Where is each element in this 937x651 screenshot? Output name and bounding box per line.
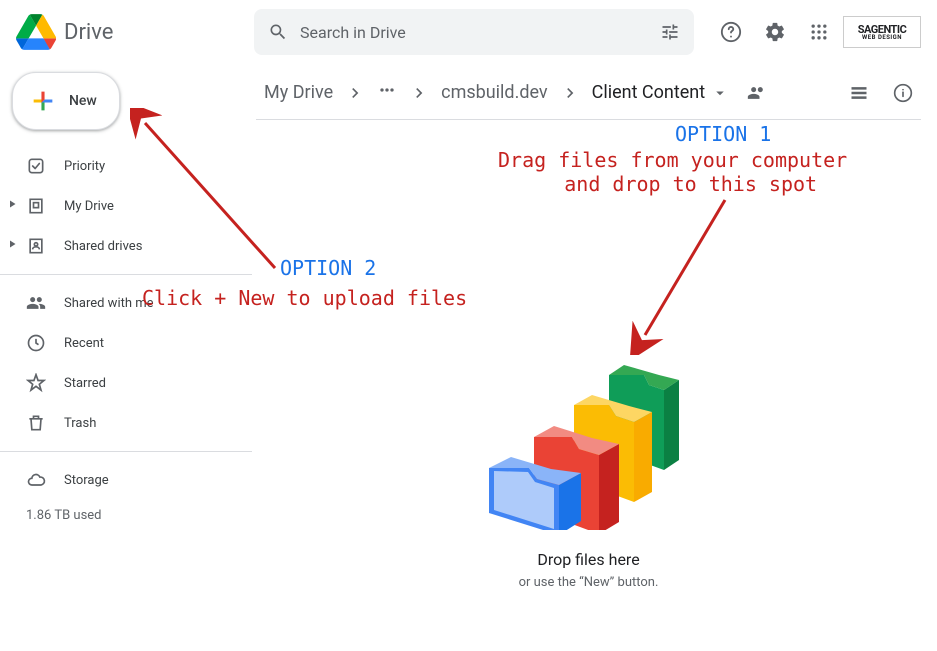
sidebar-item-recent[interactable]: Recent — [0, 323, 240, 363]
ellipsis-icon — [377, 80, 397, 100]
plus-icon — [29, 87, 57, 115]
brand-badge[interactable]: SAGENTIC WEB DESIGN — [843, 16, 921, 48]
chevron-right-icon — [345, 83, 365, 103]
breadcrumb-mid[interactable]: cmsbuild.dev — [433, 78, 555, 107]
list-view-icon — [849, 83, 869, 103]
expand-icon[interactable] — [6, 238, 18, 254]
sidebar-item-priority[interactable]: Priority — [0, 146, 240, 186]
search-input[interactable] — [300, 23, 648, 42]
new-button[interactable]: New — [12, 72, 120, 130]
folders-illustration — [489, 350, 689, 530]
drop-title: Drop files here — [537, 550, 639, 569]
shareddrives-icon — [26, 236, 46, 256]
header-actions: SAGENTIC WEB DESIGN — [711, 12, 929, 52]
mydrive-icon — [26, 196, 46, 216]
clock-icon — [26, 333, 46, 353]
app-name: Drive — [64, 20, 113, 45]
expand-icon[interactable] — [6, 198, 18, 214]
list-view-button[interactable] — [841, 75, 877, 111]
chevron-right-icon — [560, 83, 580, 103]
cloud-icon — [26, 470, 46, 490]
breadcrumb-root[interactable]: My Drive — [256, 78, 341, 107]
breadcrumb-ellipsis[interactable] — [369, 76, 405, 109]
share-button[interactable] — [741, 77, 773, 109]
search-options-icon[interactable] — [660, 22, 680, 42]
trash-icon — [26, 413, 46, 433]
sidebar-item-mydrive[interactable]: My Drive — [0, 186, 240, 226]
apps-grid-icon — [809, 22, 829, 42]
logo[interactable]: Drive — [8, 12, 246, 52]
sidebar-item-trash[interactable]: Trash — [0, 403, 240, 443]
sidebar-item-storage[interactable]: Storage — [0, 460, 240, 500]
divider — [0, 451, 252, 452]
storage-used: 1.86 TB used — [0, 500, 252, 523]
apps-button[interactable] — [799, 12, 839, 52]
sidebar-item-shareddrives[interactable]: Shared drives — [0, 226, 240, 266]
priority-icon — [26, 156, 46, 176]
view-controls — [841, 75, 921, 111]
drive-logo-icon — [16, 12, 56, 52]
search-icon — [268, 22, 288, 42]
help-icon — [720, 21, 742, 43]
shared-icon — [26, 293, 46, 313]
people-icon — [747, 83, 767, 103]
sidebar-item-shared[interactable]: Shared with me — [0, 283, 240, 323]
details-button[interactable] — [885, 75, 921, 111]
chevron-down-icon — [711, 84, 729, 102]
info-icon — [893, 83, 913, 103]
help-button[interactable] — [711, 12, 751, 52]
sidebar: New Priority My Drive Shared drives Shar… — [0, 64, 252, 651]
drop-subtitle: or use the “New” button. — [519, 575, 659, 590]
breadcrumb-current[interactable]: Client Content — [584, 78, 738, 107]
sidebar-item-starred[interactable]: Starred — [0, 363, 240, 403]
chevron-right-icon — [409, 83, 429, 103]
breadcrumb: My Drive cmsbuild.dev Client Content — [256, 72, 921, 120]
gear-icon — [764, 21, 786, 43]
divider — [0, 274, 252, 275]
search-bar[interactable] — [254, 9, 694, 55]
main-content: My Drive cmsbuild.dev Client Content — [252, 64, 937, 651]
settings-button[interactable] — [755, 12, 795, 52]
star-icon — [26, 373, 46, 393]
drop-area[interactable]: Drop files here or use the “New” button. — [256, 120, 921, 620]
app-header: Drive SAGENTIC WEB DESIGN — [0, 0, 937, 64]
new-button-label: New — [69, 93, 97, 109]
